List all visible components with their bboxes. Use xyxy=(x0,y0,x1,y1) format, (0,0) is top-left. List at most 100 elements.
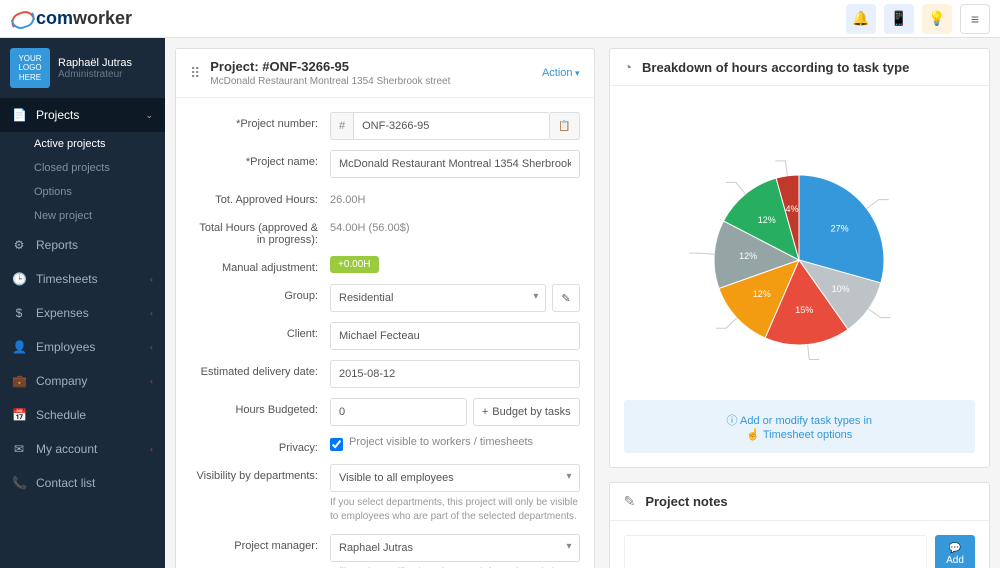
svg-text:Transport (3h): Transport (3h) xyxy=(659,248,687,258)
notes-input[interactable] xyxy=(624,535,927,568)
pie-chart: 27%Entretien Ext. (7h)10%Uncategorized (… xyxy=(659,110,939,390)
sidebar-item-contactlist[interactable]: 📞 Contact list xyxy=(0,466,165,500)
label-total-hours: Total Hours (approved & in progress): xyxy=(190,216,330,246)
visibility-help: If you select departments, this project … xyxy=(330,496,580,524)
svg-text:Entretien Ext. (7h): Entretien Ext. (7h) xyxy=(891,194,939,204)
svg-text:12%: 12% xyxy=(739,251,757,261)
action-dropdown[interactable]: Action xyxy=(542,67,580,79)
mail-icon: ✉ xyxy=(12,442,26,456)
sidebar-item-myaccount[interactable]: ✉ My account ‹ xyxy=(0,432,165,466)
chevron-down-icon: ⌄ xyxy=(145,110,153,121)
project-subtitle: McDonald Restaurant Montreal 1354 Sherbr… xyxy=(210,76,450,87)
chevron-left-icon: ‹ xyxy=(150,376,153,386)
notifications-icon[interactable]: 🔔 xyxy=(846,4,876,34)
sidebar-item-company[interactable]: 💼 Company ‹ xyxy=(0,364,165,398)
svg-text:27%: 27% xyxy=(831,224,849,234)
brand-part1: com xyxy=(36,8,73,29)
sidebar-sub-options[interactable]: Options xyxy=(0,180,165,204)
hamburger-menu-icon[interactable]: ≡ xyxy=(960,4,990,34)
brand-logo: comworker xyxy=(10,7,132,31)
pm-select[interactable]: Raphael Jutras xyxy=(330,534,580,562)
label-approved-hours: Tot. Approved Hours: xyxy=(190,188,330,206)
label-project-name: *Project name: xyxy=(190,150,330,168)
notes-title: Project notes xyxy=(645,494,727,509)
notes-panel: ✎ Project notes 💬 Add xyxy=(609,482,990,568)
avatar: YOUR LOGO HERE xyxy=(10,48,50,88)
project-name-input[interactable] xyxy=(330,150,580,178)
edit-group-button[interactable]: ✎ xyxy=(552,284,579,312)
manual-adjustment-badge[interactable]: +0.00H xyxy=(330,256,379,273)
chevron-left-icon: ‹ xyxy=(150,342,153,352)
label-pm: Project manager: xyxy=(190,534,330,552)
sidebar-item-label: Contact list xyxy=(36,476,95,490)
project-number-input[interactable] xyxy=(353,112,550,140)
svg-text:Uncategorized (5h): Uncategorized (5h) xyxy=(893,312,939,322)
budget-by-tasks-button[interactable]: +Budget by tasks xyxy=(473,398,580,426)
chevron-left-icon: ‹ xyxy=(150,444,153,454)
user-name: Raphaël Jutras xyxy=(58,57,132,69)
chat-icon: 💬 xyxy=(949,543,961,554)
sidebar-sub-closed-projects[interactable]: Closed projects xyxy=(0,156,165,180)
label-visibility: Visibility by departments: xyxy=(190,464,330,482)
drag-icon[interactable]: ⠿ xyxy=(190,65,200,82)
sidebar-item-timesheets[interactable]: 🕒 Timesheets ‹ xyxy=(0,262,165,296)
pencil-icon: ✎ xyxy=(561,292,570,305)
sidebar-item-label: Company xyxy=(36,374,87,388)
chart-icon: ◔ xyxy=(624,59,632,75)
pointer-icon: ☝ xyxy=(746,429,763,441)
user-icon: 👤 xyxy=(12,340,26,354)
mobile-icon[interactable]: 📱 xyxy=(884,4,914,34)
file-icon: 📄 xyxy=(12,108,26,122)
privacy-checkbox[interactable] xyxy=(330,438,343,451)
total-hours-value: 54.00H (56.00$) xyxy=(330,216,580,234)
project-panel: ⠿ Project: #ONF-3266-95 McDonald Restaur… xyxy=(175,48,595,568)
client-input[interactable] xyxy=(330,322,580,350)
hash-addon: # xyxy=(330,112,353,140)
sidebar-item-label: Schedule xyxy=(36,408,86,422)
sidebar-item-reports[interactable]: ⚙ Reports xyxy=(0,228,165,262)
sidebar-item-label: Reports xyxy=(36,238,78,252)
sidebar-item-label: Projects xyxy=(36,108,79,122)
svg-text:15%: 15% xyxy=(795,305,813,315)
brand-part2: worker xyxy=(73,8,132,29)
label-group: Group: xyxy=(190,284,330,302)
sidebar-item-label: Timesheets xyxy=(36,272,98,286)
delivery-date-input[interactable] xyxy=(330,360,580,388)
tips-icon[interactable]: 💡 xyxy=(922,4,952,34)
sidebar-item-expenses[interactable]: $ Expenses ‹ xyxy=(0,296,165,330)
copy-icon[interactable]: 📋 xyxy=(550,112,579,140)
phone-icon: 📞 xyxy=(12,476,26,490)
user-role: Administrateur xyxy=(58,69,132,80)
dollar-icon: $ xyxy=(12,306,26,320)
info-icon: ⓘ xyxy=(727,415,740,427)
label-manual-adjustment: Manual adjustment: xyxy=(190,256,330,274)
chevron-left-icon: ‹ xyxy=(150,308,153,318)
calendar-icon: 📅 xyxy=(12,408,26,422)
svg-text:Pare-vapeur (3h): Pare-vapeur (3h) xyxy=(659,177,724,187)
info-box: ⓘ Add or modify task types in ☝ Timeshee… xyxy=(624,400,975,453)
privacy-check-label: Project visible to workers / timesheets xyxy=(349,436,533,448)
breakdown-panel: ◔ Breakdown of hours according to task t… xyxy=(609,48,990,468)
approved-hours-value: 26.00H xyxy=(330,188,580,206)
visibility-select[interactable]: Visible to all employees xyxy=(330,464,580,492)
sidebar-item-label: Expenses xyxy=(36,306,89,320)
user-block[interactable]: YOUR LOGO HERE Raphaël Jutras Administra… xyxy=(0,38,165,98)
sidebar-item-employees[interactable]: 👤 Employees ‹ xyxy=(0,330,165,364)
sidebar-item-projects[interactable]: 📄 Projects ⌄ xyxy=(0,98,165,132)
gears-icon: ⚙ xyxy=(12,238,26,252)
add-note-button[interactable]: 💬 Add xyxy=(935,535,975,568)
sidebar-sub-new-project[interactable]: New project xyxy=(0,204,165,228)
briefcase-icon: 💼 xyxy=(12,374,26,388)
sidebar-item-schedule[interactable]: 📅 Schedule xyxy=(0,398,165,432)
group-select[interactable]: Residential xyxy=(330,284,546,312)
svg-text:Chargement (1h): Chargement (1h) xyxy=(706,155,774,165)
hours-budgeted-input[interactable] xyxy=(330,398,467,426)
sidebar-item-label: My account xyxy=(36,442,97,456)
sidebar-sub-active-projects[interactable]: Active projects xyxy=(0,132,165,156)
label-hours-budgeted: Hours Budgeted: xyxy=(190,398,330,416)
label-client: Client: xyxy=(190,322,330,340)
info-link-2[interactable]: Timesheet options xyxy=(763,429,852,441)
info-link-1[interactable]: Add or modify task types in xyxy=(740,415,872,427)
svg-text:4%: 4% xyxy=(786,204,799,214)
svg-text:12%: 12% xyxy=(753,289,771,299)
